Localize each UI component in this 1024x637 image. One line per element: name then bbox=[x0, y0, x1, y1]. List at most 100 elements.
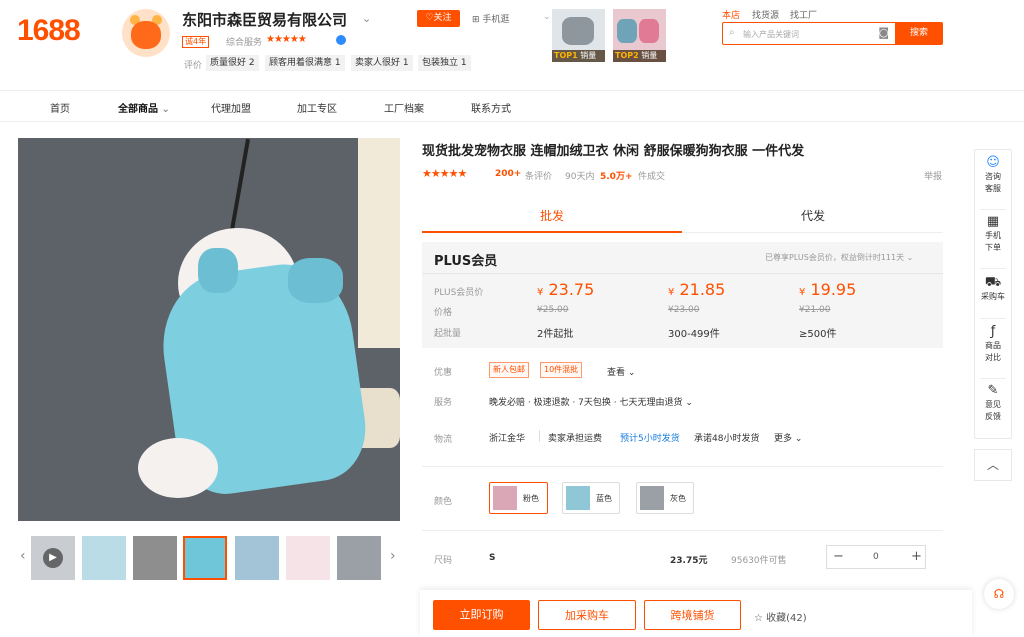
color-option-grey[interactable]: 灰色 bbox=[636, 482, 694, 514]
nav-agent[interactable]: 代理加盟 bbox=[211, 100, 251, 115]
service-text[interactable]: 晚发必赔 · 极速退款 · 7天包换 · 七天无理由退货 ⌄ bbox=[489, 395, 693, 408]
color-name: 粉色 bbox=[523, 494, 539, 503]
nav-label: 全部商品 bbox=[118, 104, 158, 115]
nav-factory[interactable]: 工厂档案 bbox=[384, 100, 424, 115]
follow-button[interactable]: ♡关注 bbox=[417, 10, 460, 27]
favorite-button[interactable]: ☆ 收藏(42) bbox=[754, 609, 807, 624]
sales-prefix: 90天内 bbox=[565, 172, 595, 182]
tier-moq: 2件起批 bbox=[537, 329, 574, 340]
sidebar-feedback[interactable]: ✎ 意见 反馈 bbox=[974, 384, 1012, 423]
thumbnail[interactable] bbox=[235, 536, 279, 580]
logistics-more[interactable]: 更多 ⌄ bbox=[774, 431, 802, 444]
currency: ¥ bbox=[537, 287, 544, 298]
site-logo[interactable]: 1688 bbox=[17, 14, 81, 48]
search-placeholder: 输入产品关键词 bbox=[743, 30, 799, 39]
plus-title: PLUS会员 bbox=[434, 254, 498, 269]
logistics-ship: 预计5小时发货 bbox=[620, 434, 680, 444]
color-swatch bbox=[493, 486, 517, 510]
search-scope-source[interactable]: 找货源 bbox=[752, 8, 779, 21]
back-to-top-button[interactable]: ︿ bbox=[974, 449, 1012, 481]
thumbnail[interactable] bbox=[82, 536, 126, 580]
tier-plus-price: ¥ 23.75 bbox=[537, 280, 594, 299]
color-name: 灰色 bbox=[670, 494, 686, 503]
plus-button[interactable]: + bbox=[911, 549, 922, 564]
thumbnail-video[interactable]: ▶ bbox=[31, 536, 75, 580]
price-value: 19.95 bbox=[810, 280, 857, 299]
review-label: 条评价 bbox=[525, 172, 553, 182]
thumb-prev-icon[interactable]: ‹ bbox=[20, 548, 26, 564]
quantity-value[interactable]: 0 bbox=[873, 552, 879, 562]
shop-name[interactable]: 东阳市森臣贸易有限公司 bbox=[182, 9, 347, 30]
tier-moq: 300-499件 bbox=[668, 329, 720, 340]
tab-dropship[interactable]: 代发 bbox=[683, 200, 943, 233]
search-scope-shop[interactable]: 本店 bbox=[722, 8, 740, 21]
thumbnail[interactable] bbox=[133, 536, 177, 580]
nav-contact[interactable]: 联系方式 bbox=[471, 100, 511, 115]
chevron-down-icon[interactable]: ⌄ bbox=[362, 12, 371, 25]
cross-border-button[interactable]: 跨境铺货 bbox=[644, 600, 741, 630]
search-icon: ⌕ bbox=[729, 27, 735, 38]
thumbnail-selected[interactable] bbox=[183, 536, 227, 580]
compare-icon: ƒ bbox=[990, 324, 996, 339]
logistics-from: 浙江金华 bbox=[489, 434, 526, 444]
tab-wholesale[interactable]: 批发 bbox=[422, 200, 682, 233]
sidebar-label: 手机 下单 bbox=[985, 231, 1001, 252]
sidebar-label: 咨询 客服 bbox=[985, 172, 1001, 193]
verified-icon bbox=[336, 35, 346, 45]
minus-button[interactable]: − bbox=[833, 549, 844, 564]
plus-price-label: PLUS会员价 bbox=[434, 288, 484, 298]
color-option-pink[interactable]: 粉色 bbox=[489, 482, 548, 514]
service-stars: ★★★★★ bbox=[266, 34, 307, 45]
divider bbox=[980, 209, 1006, 210]
service-label: 服务 bbox=[434, 398, 453, 408]
size-stock: 95630件可售 bbox=[731, 556, 787, 566]
buy-now-button[interactable]: 立即订购 bbox=[433, 600, 530, 630]
cart-icon: ⛟ bbox=[984, 275, 1002, 290]
tier-price: ¥23.00 bbox=[668, 305, 700, 315]
eval-tag: 卖家人很好 1 bbox=[351, 55, 413, 71]
sales-suffix: 件成交 bbox=[638, 172, 666, 182]
nav-processing[interactable]: 加工专区 bbox=[297, 100, 337, 115]
thumbnail[interactable] bbox=[337, 536, 381, 580]
chat-icon: ☺ bbox=[986, 155, 1000, 170]
review-count[interactable]: 200+ bbox=[495, 169, 521, 179]
promo-more[interactable]: 查看 ⌄ bbox=[607, 365, 635, 378]
thumb-next-icon[interactable]: › bbox=[390, 548, 396, 564]
product-main-image[interactable] bbox=[18, 138, 400, 521]
top-product-2[interactable]: TOP2 销量 bbox=[613, 9, 666, 62]
logistics-promise: 承诺48小时发货 bbox=[694, 434, 760, 444]
color-name: 蓝色 bbox=[596, 494, 612, 503]
report-link[interactable]: 举报 bbox=[924, 169, 942, 182]
divider bbox=[422, 530, 943, 531]
color-option-blue[interactable]: 蓝色 bbox=[562, 482, 620, 514]
plus-note[interactable]: 已尊享PLUS会员价，权益倒计时111天 ⌄ bbox=[765, 252, 913, 263]
search-input[interactable]: ⌕ 输入产品关键词 ◙ bbox=[722, 22, 895, 45]
chevron-down-icon: ⌄ bbox=[161, 104, 170, 115]
moq-label: 起批量 bbox=[434, 329, 462, 339]
nav-all-products[interactable]: 全部商品 ⌄ bbox=[118, 100, 170, 115]
sidebar-chat[interactable]: ☺ 咨询 客服 bbox=[974, 155, 1012, 195]
top-rank: TOP1 bbox=[554, 51, 578, 60]
tier-plus-price: ¥ 21.85 bbox=[668, 280, 725, 299]
sidebar-compare[interactable]: ƒ 商品 对比 bbox=[974, 324, 1012, 364]
add-to-cart-button[interactable]: 加采购车 bbox=[538, 600, 636, 630]
sidebar-mobile-order[interactable]: ▦ 手机 下单 bbox=[974, 215, 1012, 254]
chevron-down-icon: ⌄ bbox=[543, 12, 551, 22]
price-value: 23.75 bbox=[548, 280, 595, 299]
help-button[interactable]: ☊ bbox=[984, 579, 1014, 609]
sidebar-cart[interactable]: ⛟ 采购车 bbox=[974, 275, 1012, 303]
shop-avatar[interactable] bbox=[122, 9, 170, 57]
mobile-browse-link[interactable]: ⊞ 手机逛 bbox=[472, 12, 509, 25]
search-scope-factory[interactable]: 找工厂 bbox=[790, 8, 817, 21]
nav-home[interactable]: 首页 bbox=[50, 100, 70, 115]
logistics-fee: 卖家承担运费 bbox=[548, 434, 603, 444]
size-value: S bbox=[489, 553, 496, 563]
top-product-1[interactable]: TOP1 销量 bbox=[552, 9, 605, 62]
thumbnail[interactable] bbox=[286, 536, 330, 580]
color-swatch bbox=[566, 486, 590, 510]
search-button[interactable]: 搜索 bbox=[895, 22, 943, 45]
currency: ¥ bbox=[668, 287, 675, 298]
camera-icon[interactable]: ◙ bbox=[878, 26, 889, 39]
divider bbox=[422, 273, 943, 274]
promo-label: 优惠 bbox=[434, 368, 453, 378]
